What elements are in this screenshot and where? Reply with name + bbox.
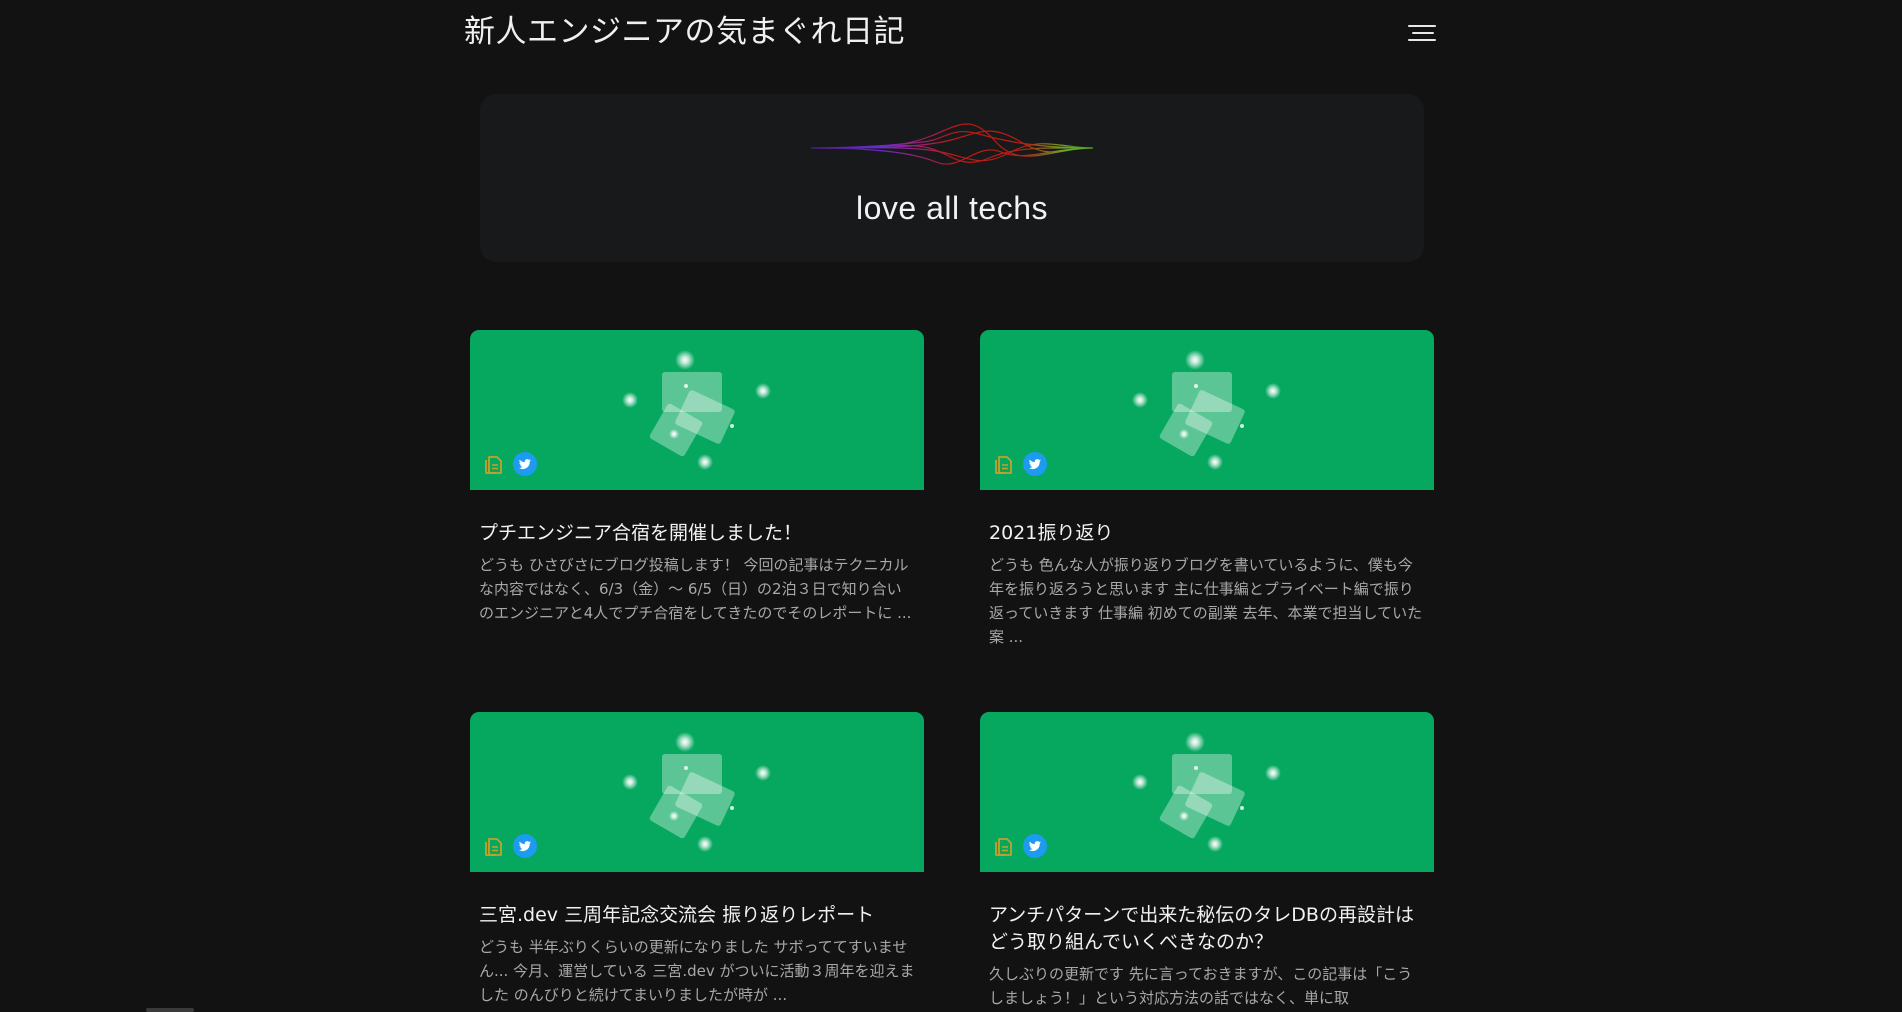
post-thumbnail[interactable]: [980, 712, 1434, 872]
site-title[interactable]: 新人エンジニアの気まぐれ日記: [464, 6, 905, 51]
post-thumbnail[interactable]: [980, 330, 1434, 490]
document-copy-icon[interactable]: [481, 452, 505, 476]
document-copy-icon[interactable]: [991, 834, 1015, 858]
page: 新人エンジニアの気まぐれ日記 love all techs プチエンジニア合宿を…: [0, 0, 1902, 1012]
twitter-icon[interactable]: [1023, 834, 1047, 858]
post-card-3[interactable]: 三宮.dev 三周年記念交流会 振り返りレポート どうも 半年ぶりくらいの更新に…: [470, 712, 924, 1007]
post-card-1[interactable]: プチエンジニア合宿を開催しました！ どうも ひさびさにブログ投稿します！ 今回の…: [470, 330, 924, 625]
post-title[interactable]: 2021振り返り: [989, 520, 1425, 547]
post-thumbnail[interactable]: [470, 330, 924, 490]
hamburger-icon[interactable]: [1408, 20, 1440, 46]
sound-wave-logo: [811, 123, 1093, 165]
post-title[interactable]: 三宮.dev 三周年記念交流会 振り返りレポート: [479, 902, 915, 929]
twitter-icon[interactable]: [1023, 452, 1047, 476]
post-card-2[interactable]: 2021振り返り どうも 色んな人が振り返りブログを書いているように、僕も今年を…: [980, 330, 1434, 649]
post-title[interactable]: プチエンジニア合宿を開催しました！: [479, 520, 915, 547]
menu-line: [1408, 39, 1436, 41]
thumbnail-illustration: [622, 350, 771, 470]
menu-line: [1408, 25, 1436, 27]
post-card-4[interactable]: アンチパターンで出来た秘伝のタレDBの再設計はどう取り組んでいくべきなのか？ 久…: [980, 712, 1434, 1010]
horizontal-scrollbar[interactable]: [146, 1008, 194, 1012]
post-thumbnail[interactable]: [470, 712, 924, 872]
document-copy-icon[interactable]: [991, 452, 1015, 476]
post-excerpt: どうも 半年ぶりくらいの更新になりました サボっててすいません... 今月、運営…: [479, 938, 915, 1004]
post-excerpt: どうも ひさびさにブログ投稿します！ 今回の記事はテクニカルな内容ではなく、6/…: [479, 556, 912, 622]
twitter-icon[interactable]: [513, 452, 537, 476]
post-excerpt: 久しぶりの更新です 先に言っておきますが、この記事は「こうしましょう！」という対…: [989, 965, 1413, 1007]
document-copy-icon[interactable]: [481, 834, 505, 858]
twitter-icon[interactable]: [513, 834, 537, 858]
menu-line: [1412, 32, 1434, 34]
post-title[interactable]: アンチパターンで出来た秘伝のタレDBの再設計はどう取り組んでいくべきなのか？: [989, 902, 1425, 956]
post-excerpt: どうも 色んな人が振り返りブログを書いているように、僕も今年を振り返ろうと思いま…: [989, 556, 1423, 646]
thumbnail-illustration: [622, 732, 771, 852]
thumbnail-illustration: [1132, 732, 1281, 852]
thumbnail-illustration: [1132, 350, 1281, 470]
hero-banner: love all techs: [480, 94, 1424, 262]
hero-tagline: love all techs: [856, 190, 1048, 226]
